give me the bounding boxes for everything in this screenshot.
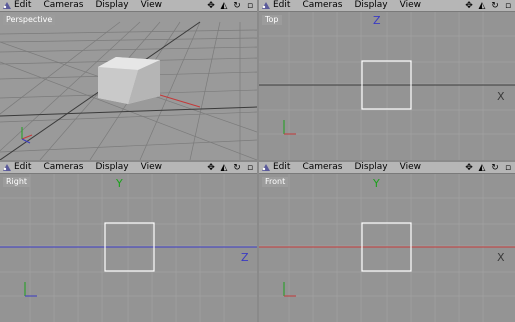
menu-display[interactable]: Display (354, 162, 387, 173)
rotate-icon[interactable]: ↻ (490, 1, 500, 11)
rotate-icon[interactable]: ↻ (232, 163, 242, 173)
menu-cameras[interactable]: Cameras (43, 0, 83, 11)
zoom-icon[interactable]: ◭ (219, 1, 229, 11)
viewport-menubar: Edit Cameras Display View ✥ ◭ ↻ ▫ (259, 0, 515, 12)
move-icon[interactable]: ✥ (464, 163, 474, 173)
maximize-icon[interactable]: ▫ (503, 163, 513, 173)
zoom-icon[interactable]: ◭ (477, 1, 487, 11)
viewport-perspective[interactable]: Edit Cameras Display View ✥ ◭ ↻ ▫ Perspe… (0, 0, 257, 160)
menu-cameras[interactable]: Cameras (43, 162, 83, 173)
viewport-menubar: Edit Cameras Display View ✥ ◭ ↻ ▫ (0, 0, 257, 12)
menu-edit[interactable]: Edit (14, 0, 31, 11)
axis-label-x: X (497, 90, 505, 103)
rotate-icon[interactable]: ↻ (490, 163, 500, 173)
move-icon[interactable]: ✥ (206, 163, 216, 173)
front-scene (259, 174, 515, 322)
viewport-canvas[interactable]: Right Y Z (0, 174, 257, 322)
viewport-menubar: Edit Cameras Display View ✥ ◭ ↻ ▫ (259, 162, 515, 174)
cinema4d-logo-icon[interactable] (259, 162, 273, 173)
axis-label-x: X (497, 251, 505, 264)
axis-label-y: Y (373, 177, 380, 190)
menu-view[interactable]: View (400, 162, 421, 173)
viewport-grid: Edit Cameras Display View ✥ ◭ ↻ ▫ Perspe… (0, 0, 515, 322)
maximize-icon[interactable]: ▫ (245, 1, 255, 11)
right-scene (0, 174, 257, 322)
viewport-front[interactable]: Edit Cameras Display View ✥ ◭ ↻ ▫ Front … (259, 162, 515, 322)
cinema4d-logo-icon[interactable] (0, 0, 14, 11)
maximize-icon[interactable]: ▫ (245, 163, 255, 173)
viewport-label: Perspective (3, 15, 56, 25)
axis-label-y: Y (116, 177, 123, 190)
viewport-canvas[interactable]: Perspective (0, 12, 257, 160)
viewport-canvas[interactable]: Top Z X (259, 12, 515, 160)
axis-label-z: Z (241, 251, 249, 264)
zoom-icon[interactable]: ◭ (477, 163, 487, 173)
viewport-label: Top (262, 15, 282, 25)
zoom-icon[interactable]: ◭ (219, 163, 229, 173)
menu-display[interactable]: Display (95, 162, 128, 173)
axis-label-z: Z (373, 14, 381, 27)
viewport-label: Right (3, 177, 31, 187)
menu-cameras[interactable]: Cameras (302, 0, 342, 11)
menu-display[interactable]: Display (95, 0, 128, 11)
viewport-label: Front (262, 177, 289, 187)
menu-edit[interactable]: Edit (273, 0, 290, 11)
menu-cameras[interactable]: Cameras (302, 162, 342, 173)
top-scene (259, 12, 515, 160)
move-icon[interactable]: ✥ (206, 1, 216, 11)
move-icon[interactable]: ✥ (464, 1, 474, 11)
cinema4d-logo-icon[interactable] (259, 0, 273, 11)
menu-display[interactable]: Display (354, 0, 387, 11)
menu-edit[interactable]: Edit (14, 162, 31, 173)
viewport-menubar: Edit Cameras Display View ✥ ◭ ↻ ▫ (0, 162, 257, 174)
maximize-icon[interactable]: ▫ (503, 1, 513, 11)
viewport-canvas[interactable]: Front Y X (259, 174, 515, 322)
viewport-top[interactable]: Edit Cameras Display View ✥ ◭ ↻ ▫ Top Z … (259, 0, 515, 160)
menu-view[interactable]: View (400, 0, 421, 11)
cinema4d-logo-icon[interactable] (0, 162, 14, 173)
menu-edit[interactable]: Edit (273, 162, 290, 173)
viewport-right[interactable]: Edit Cameras Display View ✥ ◭ ↻ ▫ Right … (0, 162, 257, 322)
perspective-scene (0, 12, 257, 160)
rotate-icon[interactable]: ↻ (232, 1, 242, 11)
menu-view[interactable]: View (141, 0, 162, 11)
menu-view[interactable]: View (141, 162, 162, 173)
